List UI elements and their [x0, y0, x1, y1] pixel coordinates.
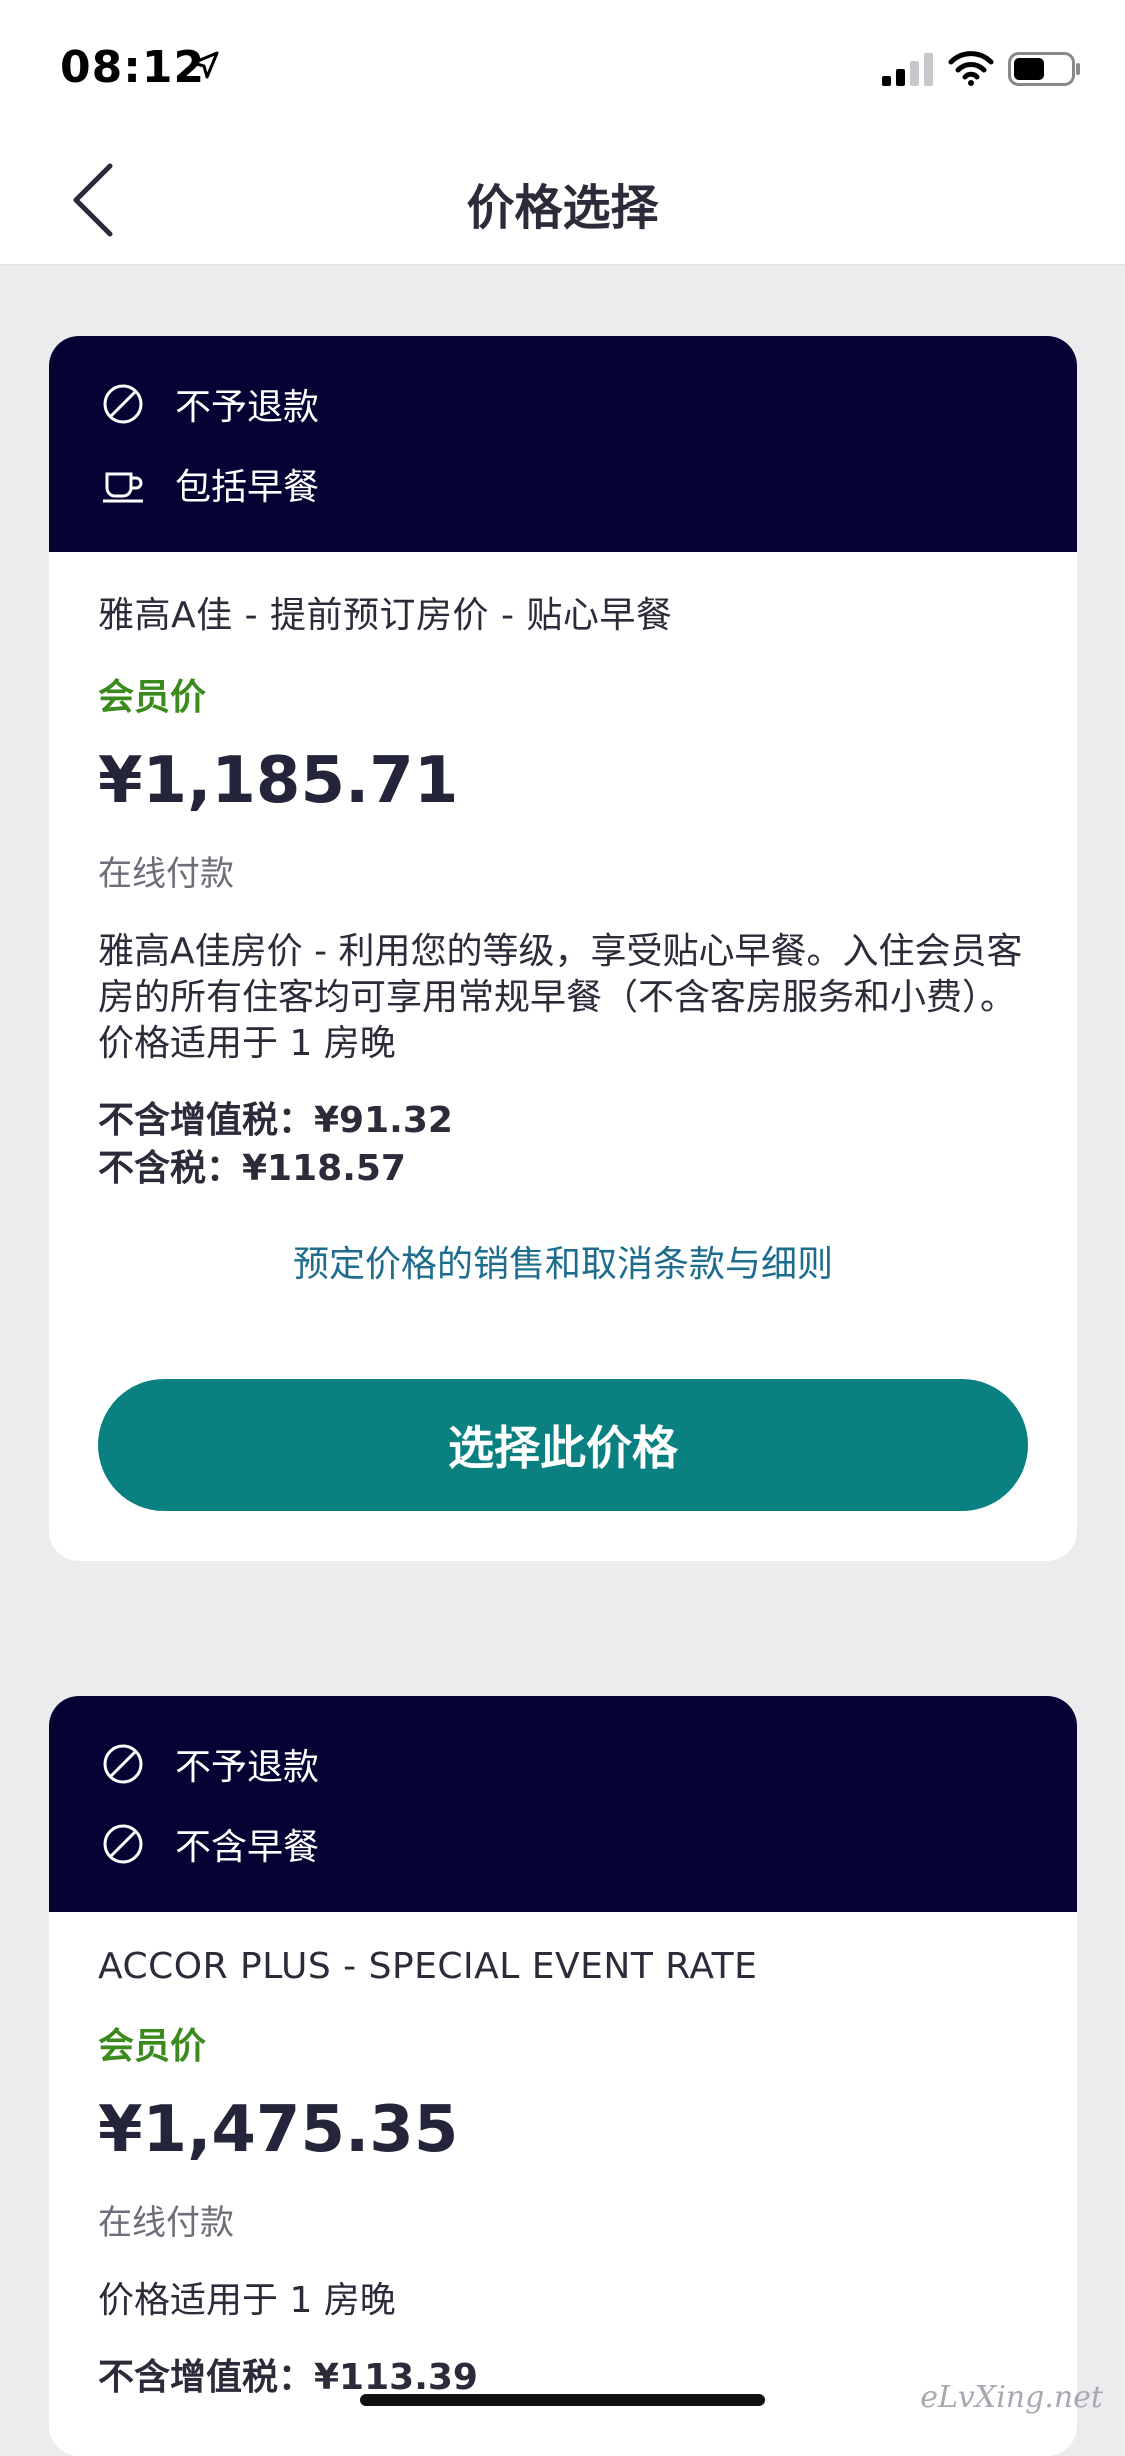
rate-description: 雅高A佳房价 - 利用您的等级，享受贴心早餐。入住会员客房的所有住客均可享用常规… — [98, 929, 1028, 1067]
nights-text: 价格适用于 1 房晚 — [98, 2280, 396, 2321]
member-price-label: 会员价 — [98, 677, 207, 718]
tax-excl: 不含税：¥118.57 — [98, 1148, 406, 1189]
feature-breakfast: 包括早餐 — [101, 444, 1025, 524]
prohibited-icon — [103, 384, 143, 424]
feature-no-refund: 不予退款 — [101, 1724, 1025, 1804]
payment-method: 在线付款 — [98, 2203, 234, 2243]
feature-no-breakfast: 不含早餐 — [101, 1804, 1025, 1884]
feature-label: 不予退款 — [175, 387, 320, 428]
rate-card: 不予退款 包括早餐 雅高A佳 - 提前预订房价 - 贴心早餐 会员价 ¥1,18… — [49, 336, 1077, 1561]
coffee-cup-icon — [103, 472, 143, 503]
select-rate-button[interactable]: 选择此价格 — [98, 1379, 1028, 1511]
tax-excl-vat: 不含增值税：¥91.32 — [98, 1100, 453, 1141]
feature-label: 不予退款 — [175, 1747, 320, 1788]
home-indicator[interactable] — [360, 2394, 765, 2406]
page-title: 价格选择 — [466, 180, 659, 236]
rate-card: 不予退款 不含早餐 ACCOR PLUS - SPECIAL EVENT RAT… — [49, 1696, 1077, 2456]
description-text: 雅高A佳房价 - 利用您的等级，享受贴心早餐。入住会员客房的所有住客均可享用常规… — [98, 931, 1023, 1018]
feature-no-refund: 不予退款 — [101, 364, 1025, 444]
rate-card-header: 不予退款 包括早餐 — [49, 336, 1077, 552]
rate-card-body: 雅高A佳 - 提前预订房价 - 贴心早餐 会员价 ¥1,185.71 在线付款 … — [49, 552, 1077, 1511]
member-price-label: 会员价 — [98, 2026, 207, 2067]
watermark: eLvXing.net — [920, 2380, 1103, 2415]
rate-card-body: ACCOR PLUS - SPECIAL EVENT RATE 会员价 ¥1,4… — [49, 1912, 1077, 2402]
prohibited-icon — [103, 1824, 143, 1864]
status-bar: 08:12 — [0, 0, 1125, 130]
wifi-icon — [948, 51, 994, 86]
terms-link[interactable]: 预定价格的销售和取消条款与细则 — [98, 1235, 1028, 1287]
cellular-signal-icon — [882, 53, 933, 86]
status-time: 08:12 — [60, 42, 206, 93]
rate-card-header: 不予退款 不含早餐 — [49, 1696, 1077, 1912]
battery-icon — [1008, 52, 1080, 86]
location-arrow-icon — [191, 51, 219, 79]
prohibited-icon — [103, 1744, 143, 1784]
price: ¥1,185.71 — [98, 744, 459, 818]
price: ¥1,475.35 — [98, 2093, 459, 2167]
nights-text: 价格适用于 1 房晚 — [98, 1023, 396, 1064]
rate-name: ACCOR PLUS - SPECIAL EVENT RATE — [98, 1946, 758, 1987]
rate-name: 雅高A佳 - 提前预订房价 - 贴心早餐 — [98, 595, 673, 636]
feature-label: 包括早餐 — [175, 467, 320, 508]
payment-method: 在线付款 — [98, 854, 234, 894]
feature-label: 不含早餐 — [175, 1827, 320, 1868]
navigation-bar: 价格选择 — [0, 130, 1125, 265]
